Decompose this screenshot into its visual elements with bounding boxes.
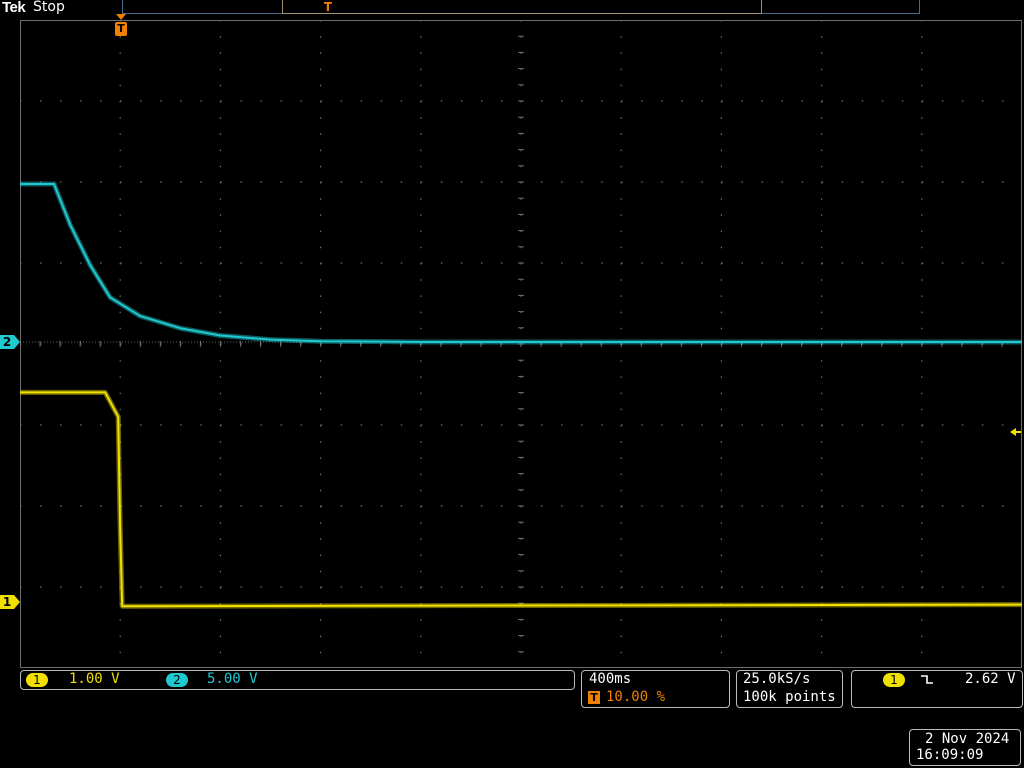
- trigger-level: 2.62 V: [965, 671, 1016, 687]
- graticule-svg: [20, 20, 1022, 668]
- ch1-badge: 1: [26, 673, 48, 687]
- date: 2 Nov 2024: [925, 731, 1010, 747]
- trigger-panel[interactable]: 1 2.62 V: [851, 670, 1023, 708]
- trigger-position-value: 10.00 %: [606, 689, 666, 705]
- ch1-trace: [20, 391, 1022, 608]
- falling-edge-icon: [920, 674, 934, 686]
- trigger-source-badge: 1: [883, 673, 905, 687]
- trigger-position-badge: T: [588, 691, 600, 704]
- tek-logo: Tek: [2, 0, 26, 16]
- ch2-ground-marker[interactable]: 2: [0, 335, 20, 349]
- time: 16:09:09: [916, 747, 984, 763]
- waveform-display[interactable]: [20, 20, 1022, 668]
- datetime-panel: 2 Nov 2024 16:09:09: [909, 729, 1021, 766]
- record-length: 100k points: [743, 689, 836, 705]
- record-view-window[interactable]: [282, 0, 762, 14]
- run-state: Stop: [33, 0, 65, 15]
- ch1-trace-band: [20, 389, 1022, 609]
- ch2-badge: 2: [166, 673, 188, 687]
- timebase-panel[interactable]: 400ms T 10.00 %: [581, 670, 730, 708]
- ch1-ground-marker[interactable]: 1: [0, 595, 20, 609]
- sample-rate: 25.0kS/s: [743, 671, 811, 687]
- acquisition-panel[interactable]: 25.0kS/s 100k points: [736, 670, 843, 708]
- channel-scale-panel[interactable]: 1 1.00 V 2 5.00 V: [20, 670, 575, 690]
- record-trigger-marker: T: [323, 0, 333, 14]
- timebase-value: 400ms: [589, 671, 632, 687]
- ch1-scale: 1.00 V: [69, 671, 120, 687]
- ch2-scale: 5.00 V: [207, 671, 258, 687]
